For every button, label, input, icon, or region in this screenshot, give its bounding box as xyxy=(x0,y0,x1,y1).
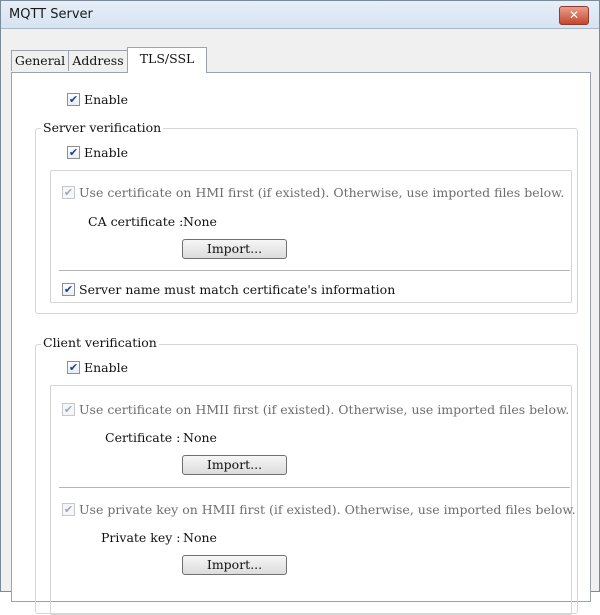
tab-general[interactable]: General xyxy=(11,50,69,71)
tls-ssl-panel: ✔ Enable Server verification ✔ Enable ✔ … xyxy=(11,72,591,615)
ca-certificate-label: CA certificate : xyxy=(88,214,184,229)
client-use-cert-checkbox[interactable]: ✔ xyxy=(62,403,75,416)
divider xyxy=(59,487,570,488)
close-icon[interactable]: ✕ xyxy=(559,6,589,25)
server-enable-label: Enable xyxy=(84,145,129,160)
server-use-cert-checkbox[interactable]: ✔ xyxy=(62,186,75,199)
server-import-button[interactable]: Import... xyxy=(182,239,287,259)
client-cert-import-button[interactable]: Import... xyxy=(182,455,287,475)
tab-address[interactable]: Address xyxy=(68,50,128,71)
certificate-label: Certificate : xyxy=(105,430,181,445)
client-enable-checkbox[interactable]: ✔ xyxy=(67,361,80,374)
client-use-cert-label: Use certificate on HMII first (if existe… xyxy=(79,402,570,417)
server-use-cert-label: Use certificate on HMI first (if existed… xyxy=(79,185,565,200)
certificate-value: None xyxy=(183,430,217,445)
ca-certificate-value: None xyxy=(183,214,217,229)
private-key-label: Private key : xyxy=(101,530,181,545)
server-enable-checkbox[interactable]: ✔ xyxy=(67,146,80,159)
tls-enable-label: Enable xyxy=(84,92,129,107)
client-use-key-checkbox[interactable]: ✔ xyxy=(62,503,75,516)
window-title: MQTT Server xyxy=(9,7,93,22)
server-name-match-checkbox[interactable]: ✔ xyxy=(62,283,75,296)
client-enable-label: Enable xyxy=(84,360,129,375)
client-use-key-label: Use private key on HMII first (if existe… xyxy=(79,502,576,517)
private-key-value: None xyxy=(183,530,217,545)
tab-tls-ssl[interactable]: TLS/SSL xyxy=(127,47,207,73)
title-bar: MQTT Server ✕ xyxy=(1,1,599,29)
client-certificate-box xyxy=(50,385,572,615)
server-verification-legend: Server verification xyxy=(41,120,164,135)
divider xyxy=(59,270,570,271)
server-name-match-label: Server name must match certificate's inf… xyxy=(79,282,396,297)
tls-enable-checkbox[interactable]: ✔ xyxy=(67,93,80,106)
private-key-import-button[interactable]: Import... xyxy=(182,555,287,575)
client-verification-legend: Client verification xyxy=(41,335,159,350)
mqtt-server-dialog: MQTT Server ✕ General Address TLS/SSL ✔ … xyxy=(0,0,600,615)
